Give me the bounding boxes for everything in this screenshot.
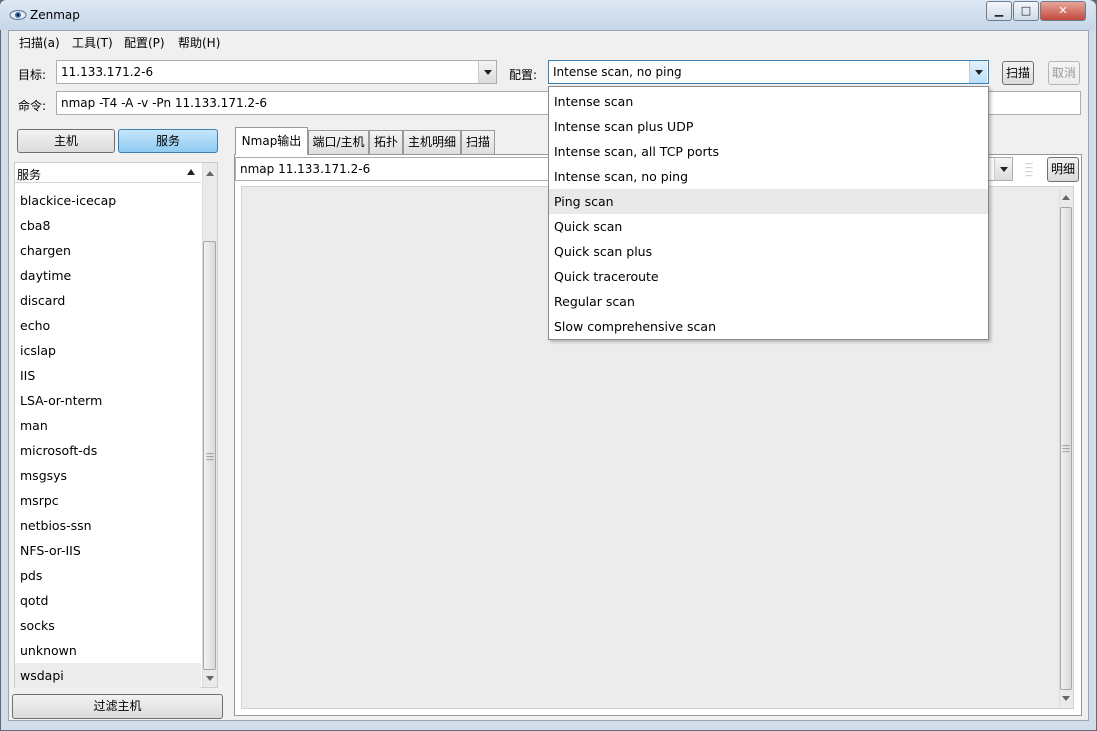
profile-option[interactable]: Ping scan [549, 189, 988, 214]
profile-value: Intense scan, no ping [553, 65, 682, 79]
scroll-up-icon[interactable] [1062, 194, 1070, 200]
profile-option[interactable]: Intense scan, no ping [549, 164, 988, 189]
service-list-item[interactable]: discard [20, 293, 65, 308]
command-label: 命令: [18, 99, 47, 113]
grip-icon: — — — [1062, 441, 1070, 456]
profile-option[interactable]: Quick scan plus [549, 239, 988, 264]
filter-hosts-button[interactable]: 过滤主机 [12, 694, 223, 719]
hosts-toggle-button[interactable]: 主机 [17, 129, 115, 153]
tab-host-details[interactable]: 主机明细 [403, 130, 461, 154]
service-list-item[interactable]: echo [20, 318, 50, 333]
menu-profile[interactable]: 配置(P) [124, 34, 165, 51]
scan-button[interactable]: 扫描 [1002, 61, 1034, 85]
zenmap-eye-icon [9, 10, 27, 20]
cancel-button[interactable]: 取消 [1048, 61, 1080, 85]
minimize-icon: ▁ [994, 4, 1004, 17]
menu-help[interactable]: 帮助(H) [178, 34, 220, 51]
services-list-header[interactable]: 服务 [15, 163, 201, 183]
service-list-item[interactable]: chargen [20, 243, 71, 258]
handle-icon: — — — — [1025, 159, 1033, 180]
profile-option[interactable]: Regular scan [549, 289, 988, 314]
profile-option[interactable]: Intense scan plus UDP [549, 114, 988, 139]
profile-combobox[interactable]: Intense scan, no ping [548, 60, 989, 84]
title-bar[interactable] [0, 0, 1095, 30]
service-list-item[interactable]: qotd [20, 593, 48, 608]
tab-scans[interactable]: 扫描 [461, 130, 495, 154]
minimize-button[interactable]: ▁ [986, 1, 1012, 21]
service-list-item[interactable]: man [20, 418, 48, 433]
service-list-item[interactable]: microsoft-ds [20, 443, 97, 458]
close-icon: ✕ [1058, 4, 1068, 17]
target-combobox[interactable]: 11.133.171.2-6 [56, 60, 497, 84]
maximize-button[interactable]: □ [1013, 1, 1039, 21]
tab-nmap-output[interactable]: Nmap输出 [235, 127, 308, 155]
menu-tools[interactable]: 工具(T) [72, 34, 113, 51]
service-list-item[interactable]: daytime [20, 268, 71, 283]
sort-ascending-icon [187, 169, 195, 175]
service-list-item[interactable]: netbios-ssn [20, 518, 92, 533]
grip-icon: — — — [206, 449, 214, 464]
menu-bar [9, 31, 1088, 53]
close-button[interactable]: ✕ [1040, 1, 1086, 21]
details-button[interactable]: 明细 [1047, 157, 1079, 182]
profile-label: 配置: [509, 68, 538, 82]
chevron-down-icon [974, 69, 983, 75]
service-list-item[interactable]: blackice-icecap [20, 193, 116, 208]
service-list-item[interactable]: msgsys [20, 468, 67, 483]
menu-scan[interactable]: 扫描(a) [19, 34, 60, 51]
output-selector-arrow[interactable] [994, 158, 1012, 180]
service-list-item[interactable]: pds [20, 568, 42, 583]
service-list-item[interactable]: msrpc [20, 493, 59, 508]
service-list-item[interactable]: cba8 [20, 218, 50, 233]
profile-dropdown-list: Intense scan Intense scan plus UDP Intense… [548, 86, 989, 340]
profile-option[interactable]: Quick scan [549, 214, 988, 239]
services-column-label: 服务 [17, 168, 42, 182]
tab-topology[interactable]: 拓扑 [369, 130, 403, 154]
service-list-item[interactable]: unknown [20, 643, 77, 658]
maximize-icon: □ [1020, 4, 1032, 17]
service-list-item[interactable]: NFS-or-IIS [20, 543, 81, 558]
target-input[interactable]: 11.133.171.2-6 [61, 65, 153, 79]
target-dropdown-arrow[interactable] [478, 61, 496, 83]
service-list-item[interactable]: icslap [20, 343, 56, 358]
scroll-down-icon[interactable] [1062, 696, 1070, 702]
service-list-item[interactable]: wsdapi [20, 668, 64, 683]
chevron-down-icon [483, 69, 492, 75]
chevron-down-icon [999, 166, 1008, 172]
scroll-down-icon[interactable] [206, 676, 214, 682]
tab-ports-hosts[interactable]: 端口/主机 [308, 130, 369, 154]
output-selector-value: nmap 11.133.171.2-6 [240, 162, 371, 176]
profile-option[interactable]: Slow comprehensive scan [549, 314, 988, 339]
window-title: Zenmap [30, 8, 80, 22]
profile-dropdown-arrow[interactable] [969, 61, 987, 83]
profile-option[interactable]: Intense scan, all TCP ports [549, 139, 988, 164]
profile-option[interactable]: Quick traceroute [549, 264, 988, 289]
profile-option[interactable]: Intense scan [549, 89, 988, 114]
target-label: 目标: [18, 68, 47, 82]
service-list-item[interactable]: IIS [20, 368, 35, 383]
scroll-up-icon[interactable] [206, 170, 214, 176]
service-list-item[interactable]: socks [20, 618, 55, 633]
service-list-item[interactable]: LSA-or-nterm [20, 393, 102, 408]
services-toggle-button[interactable]: 服务 [118, 129, 218, 153]
